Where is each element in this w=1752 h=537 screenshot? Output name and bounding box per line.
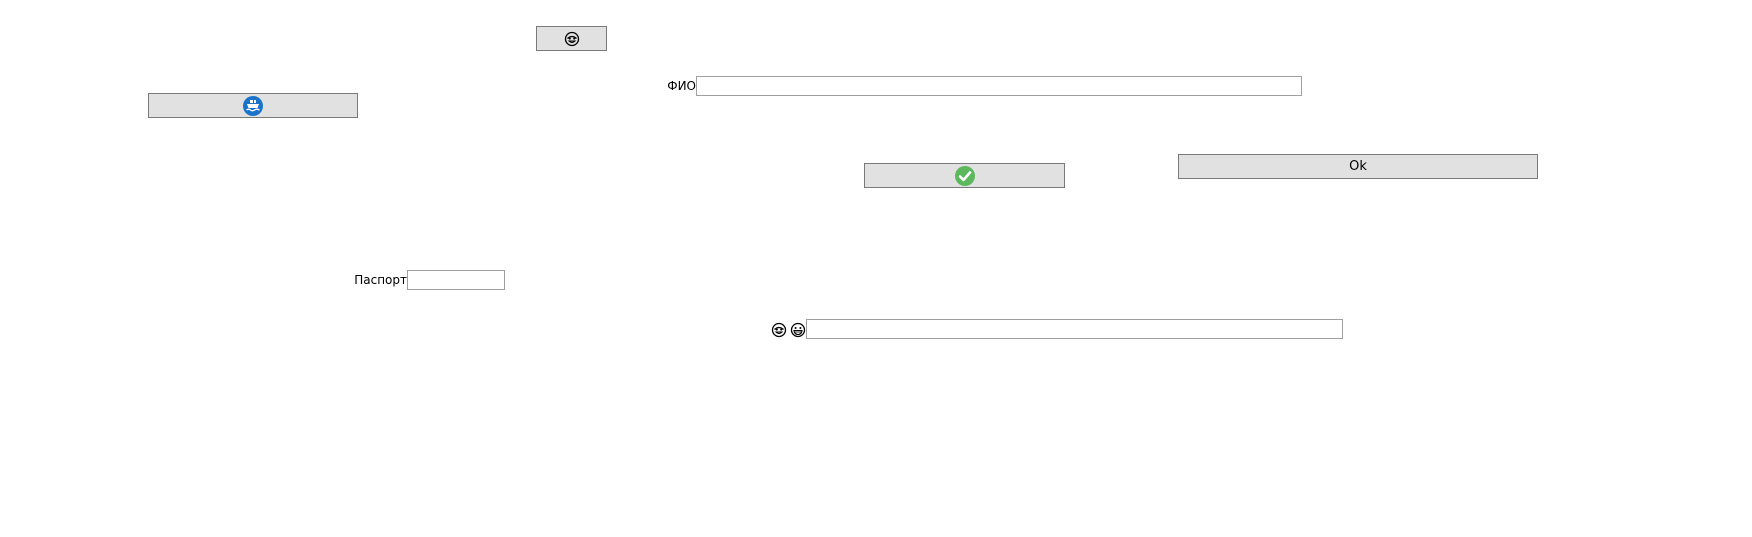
passport-label: Паспорт <box>354 273 407 287</box>
face-button[interactable] <box>536 26 607 51</box>
confirm-button[interactable] <box>864 163 1065 188</box>
ship-icon <box>242 95 264 117</box>
fio-label: ФИО <box>667 79 696 93</box>
ok-button[interactable]: Ok <box>1178 154 1538 179</box>
checkmark-icon <box>954 165 976 187</box>
emoji-text-input[interactable] <box>806 319 1343 339</box>
ship-button[interactable] <box>148 93 358 118</box>
grinning-face-icon <box>790 322 806 342</box>
smiling-face-icon <box>771 322 787 342</box>
fio-input[interactable] <box>696 76 1302 96</box>
passport-input[interactable] <box>407 270 505 290</box>
smiling-face-icon <box>564 31 580 47</box>
